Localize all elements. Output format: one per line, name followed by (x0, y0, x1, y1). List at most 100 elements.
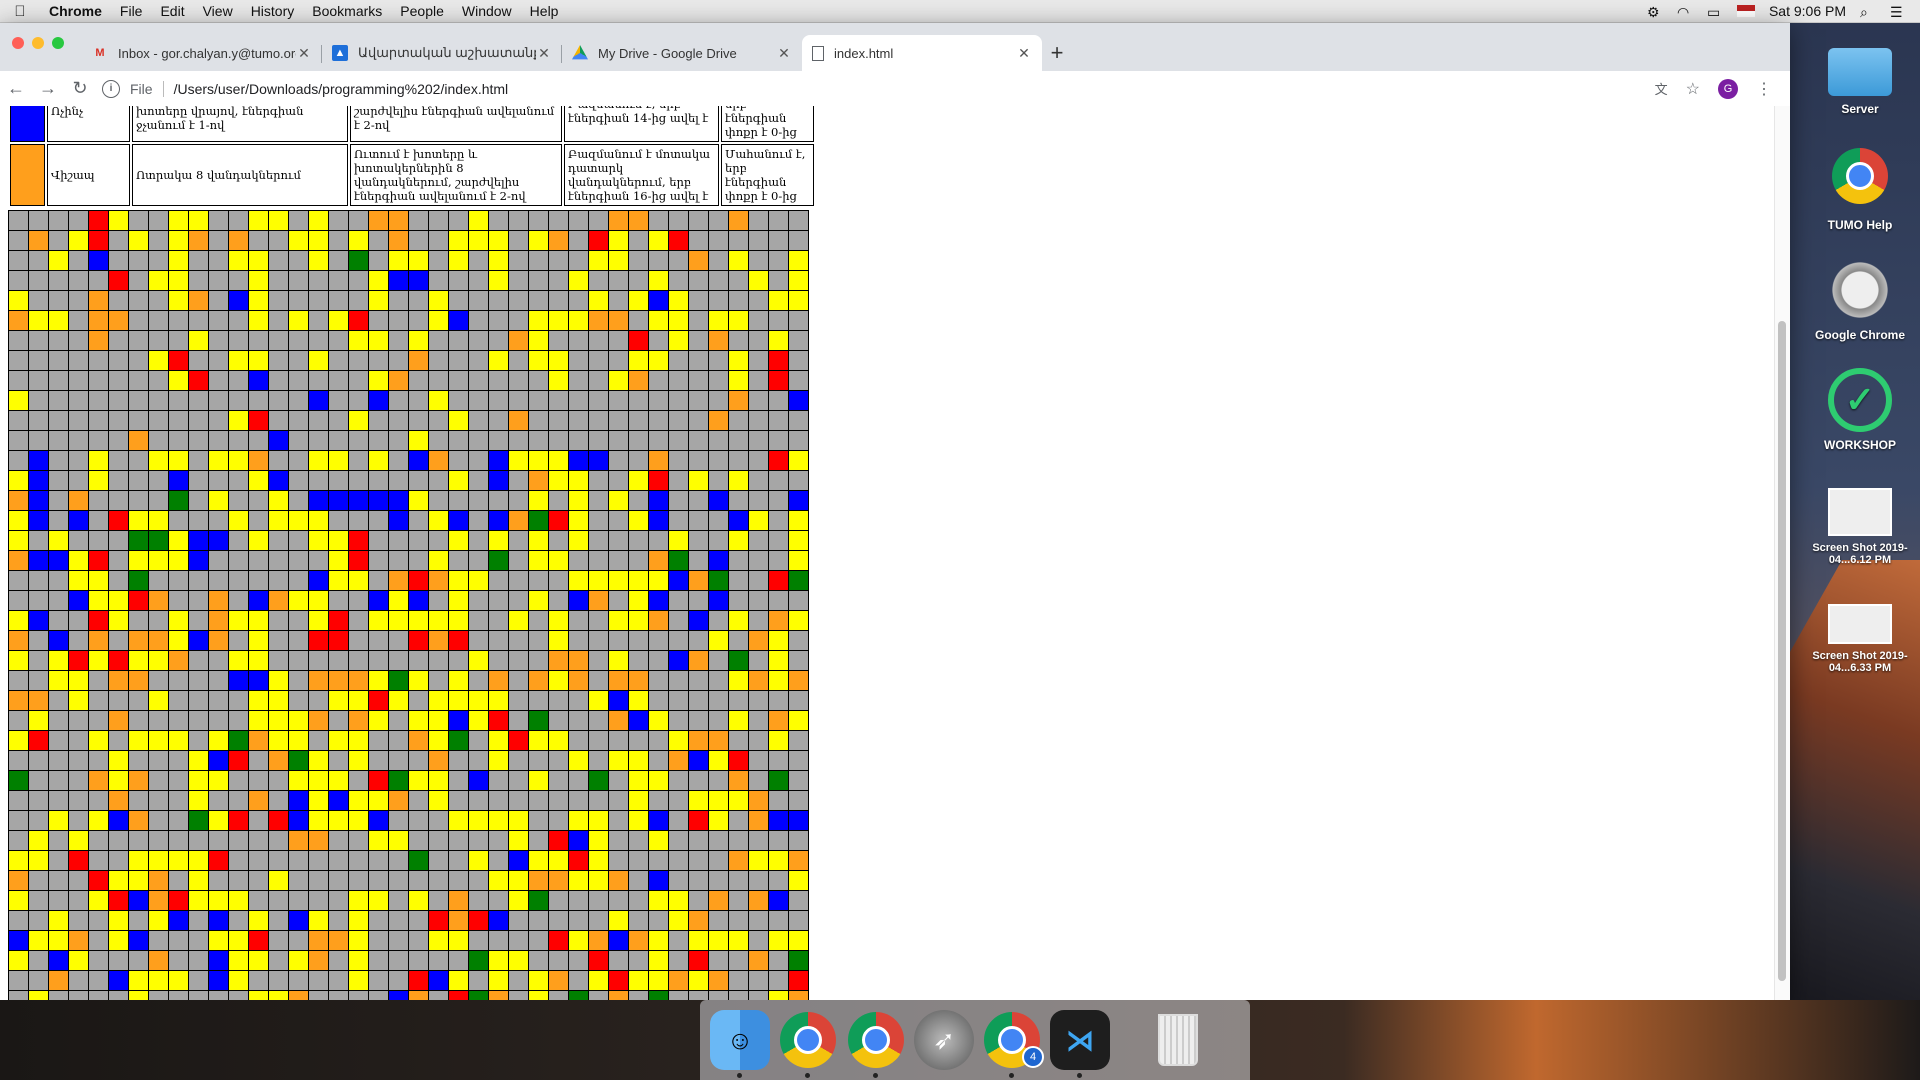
airplay-icon[interactable]: ▭ (1707, 4, 1723, 20)
grid-cell (529, 511, 549, 531)
menu-app-chrome[interactable]: Chrome (40, 3, 111, 19)
desktop-item-google-chrome[interactable]: Google Chrome (1800, 258, 1920, 342)
grid-cell (249, 531, 269, 551)
grid-cell (689, 591, 709, 611)
grid-cell (189, 931, 209, 951)
grid-cell (489, 651, 509, 671)
dock-chrome-2[interactable] (846, 1010, 906, 1078)
grid-cell (709, 211, 729, 231)
close-tab-icon[interactable]: ✕ (296, 45, 312, 62)
dock-trash[interactable] (1148, 1010, 1208, 1070)
minimize-window-button[interactable] (32, 37, 44, 49)
grid-cell (149, 531, 169, 551)
grid-cell (469, 591, 489, 611)
grid-cell (349, 731, 369, 751)
site-info-icon[interactable]: i (102, 79, 120, 98)
grid-cell (669, 271, 689, 291)
forward-button[interactable]: → (32, 78, 64, 99)
grid-cell (129, 311, 149, 331)
page-scrollbar[interactable] (1774, 106, 1790, 1000)
menu-people[interactable]: People (391, 3, 453, 19)
grid-cell (329, 631, 349, 651)
menu-view[interactable]: View (194, 3, 242, 19)
more-menu-icon[interactable]: ⋮ (1756, 79, 1772, 99)
grid-cell (709, 611, 729, 631)
desktop-item-workshop[interactable]: ✓ WORKSHOP (1800, 368, 1920, 452)
grid-cell (689, 971, 709, 991)
grid-cell (449, 391, 469, 411)
grid-cell (229, 491, 249, 511)
reload-button[interactable]: ↻ (64, 78, 96, 99)
dock-chrome-1[interactable] (778, 1010, 838, 1078)
notification-center-icon[interactable]: ☰ (1890, 4, 1906, 20)
dock-chrome-3[interactable]: 4 (982, 1010, 1044, 1078)
grid-cell (749, 311, 769, 331)
grid-cell (349, 331, 369, 351)
translate-icon[interactable]: 文 (1655, 79, 1668, 98)
tab-strip: M Inbox - gor.chalyan.y@tumo.org ✕ ▲ Ավա… (0, 23, 1790, 71)
desktop-item-screenshot-2[interactable]: Screen Shot 2019-04...6.33 PM (1800, 590, 1920, 674)
grid-cell (369, 931, 389, 951)
address-url[interactable]: /Users/user/Downloads/programming%202/in… (174, 81, 509, 97)
grid-cell (449, 931, 469, 951)
bookmark-star-icon[interactable]: ☆ (1686, 79, 1700, 99)
dock-launchpad[interactable]: ➶ (914, 1010, 974, 1070)
grid-cell (249, 871, 269, 891)
grid-cell (569, 731, 589, 751)
menu-edit[interactable]: Edit (151, 3, 193, 19)
grid-cell (49, 211, 69, 231)
new-tab-button[interactable]: + (1042, 35, 1072, 71)
dock-vscode[interactable]: ⋊ (1050, 1010, 1110, 1078)
grid-cell (189, 291, 209, 311)
grid-cell (409, 431, 429, 451)
menu-help[interactable]: Help (521, 3, 568, 19)
grid-cell (469, 571, 489, 591)
tab-label: Inbox - gor.chalyan.y@tumo.org (118, 45, 296, 61)
grid-cell (29, 951, 49, 971)
gear-icon[interactable]: ⚙ (1647, 4, 1663, 20)
grid-cell (9, 571, 29, 591)
tab-classroom[interactable]: ▲ Ավարտական աշխատանքը վերբեռնել ✕ (322, 35, 562, 71)
grid-cell (289, 291, 309, 311)
flag-icon[interactable] (1736, 5, 1755, 17)
menu-history[interactable]: History (242, 3, 304, 19)
tab-google-drive[interactable]: My Drive - Google Drive ✕ (562, 35, 802, 71)
back-button[interactable]: ← (0, 78, 32, 99)
maximize-window-button[interactable] (52, 37, 64, 49)
grid-cell (749, 791, 769, 811)
grid-cell (249, 771, 269, 791)
desktop-item-tumo-help[interactable]: TUMO Help (1800, 148, 1920, 232)
apple-menu-icon[interactable]:  (0, 3, 40, 20)
grid-cell (449, 851, 469, 871)
menu-bookmarks[interactable]: Bookmarks (303, 3, 391, 19)
grid-cell (9, 931, 29, 951)
grid-cell (709, 411, 729, 431)
grid-cell (289, 331, 309, 351)
close-tab-icon[interactable]: ✕ (1016, 45, 1032, 62)
spotlight-search-icon[interactable]: ⌕ (1860, 4, 1876, 20)
desktop-item-server[interactable]: Server (1800, 40, 1920, 116)
wifi-icon[interactable]: ◠ (1677, 4, 1693, 20)
address-bar[interactable]: i File /Users/user/Downloads/programming… (102, 79, 1655, 98)
dock-finder[interactable]: ☺ (710, 1010, 770, 1078)
menu-window[interactable]: Window (453, 3, 521, 19)
grid-cell (389, 771, 409, 791)
vscode-icon: ⋊ (1066, 1024, 1094, 1056)
grid-cell (469, 931, 489, 951)
grid-cell (29, 211, 49, 231)
close-tab-icon[interactable]: ✕ (776, 45, 792, 62)
tab-gmail[interactable]: M Inbox - gor.chalyan.y@tumo.org ✕ (82, 35, 322, 71)
grid-cell (69, 351, 89, 371)
grid-cell (709, 811, 729, 831)
profile-avatar[interactable]: G (1718, 78, 1738, 99)
grid-cell (689, 831, 709, 851)
grid-cell (569, 471, 589, 491)
close-window-button[interactable] (12, 37, 24, 49)
scrollbar-thumb[interactable] (1778, 321, 1786, 981)
close-tab-icon[interactable]: ✕ (536, 45, 552, 62)
desktop-item-screenshot-1[interactable]: Screen Shot 2019-04...6.12 PM (1800, 478, 1920, 566)
grid-cell (289, 511, 309, 531)
menu-file[interactable]: File (111, 3, 152, 19)
tab-index-html[interactable]: index.html ✕ (802, 35, 1042, 71)
menubar-clock[interactable]: Sat 9:06 PM (1769, 3, 1846, 19)
